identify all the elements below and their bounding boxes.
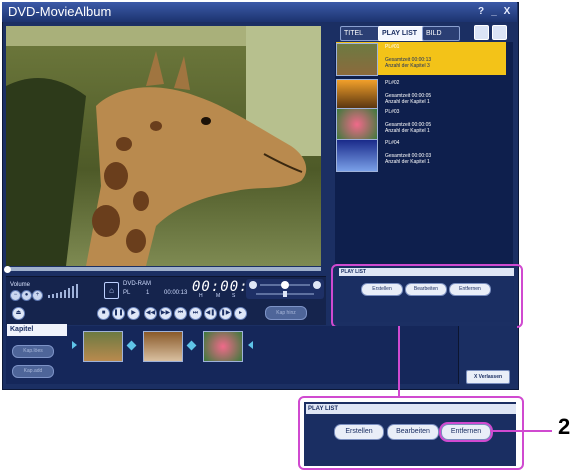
step-forward-button[interactable]: ❚▶ — [219, 307, 232, 320]
highlight-box — [331, 264, 523, 328]
zoom-panel-label: PLAY LIST — [306, 404, 516, 414]
playlist-thumb-1[interactable] — [336, 43, 378, 76]
zoom-bearbeiten-button[interactable]: Bearbeiten — [387, 424, 439, 440]
tab-playlist[interactable]: PLAY LIST — [378, 26, 426, 41]
seek-bar[interactable] — [6, 267, 321, 271]
connector-line — [398, 326, 400, 396]
playlist-item-1[interactable]: PL#01 Gesamtzeit 00:00:13 Anzahl der Kap… — [385, 44, 503, 75]
chapter-thumb-2[interactable] — [143, 331, 183, 362]
chapter-tab[interactable]: Kapitel — [7, 324, 67, 336]
tab-bild[interactable]: BILD — [422, 26, 460, 41]
playlist-thumb-4[interactable] — [336, 139, 378, 172]
close-button[interactable]: X — [501, 5, 513, 18]
scroll-right-icon[interactable] — [248, 341, 253, 349]
add-chapter-point-button[interactable]: Kap.add — [12, 365, 54, 378]
callout-number: 2 — [558, 414, 571, 439]
hours-label: H — [199, 293, 203, 299]
volume-mute-button[interactable]: ● — [21, 290, 32, 301]
callout-pointer — [490, 430, 552, 432]
playlist-name: PL#01 — [385, 44, 400, 50]
playlist-name: PL#04 — [385, 140, 400, 146]
rewind-button[interactable]: ◀◀ — [144, 307, 157, 320]
playlist-number: 1 — [146, 290, 150, 296]
eject-button[interactable]: ⏏ — [12, 307, 25, 320]
stop-button[interactable]: ■ — [97, 307, 110, 320]
view-thumbnail-icon[interactable] — [492, 25, 507, 40]
speed-slider[interactable] — [246, 279, 324, 299]
disc-icon: ⌂ — [104, 282, 119, 299]
playlist-chapter-count: Anzahl der Kapitel 3 — [385, 63, 430, 69]
playlist-name: PL#02 — [385, 80, 400, 86]
zoom-entfernen-button[interactable]: Entfernen — [441, 424, 491, 440]
add-chapter-button[interactable]: Kap hinz — [265, 306, 307, 320]
chapter-thumb-3[interactable] — [203, 331, 243, 362]
volume-label: Volume — [10, 282, 31, 288]
fast-forward-button[interactable]: ▶▶ — [159, 307, 172, 320]
minimize-button[interactable]: _ — [488, 5, 500, 18]
volume-level-bars[interactable] — [48, 284, 82, 298]
giraffe-image — [6, 26, 321, 266]
playlist-item-3[interactable]: PL#03 Gesamtzeit 00:00:05 Anzahl der Kap… — [385, 109, 503, 140]
minutes-label: M — [216, 293, 221, 299]
seek-handle[interactable] — [4, 266, 11, 273]
exit-button[interactable]: X Verlassen — [466, 370, 510, 384]
pause-button[interactable]: ❚❚ — [112, 307, 125, 320]
slow-button[interactable]: ▸ — [234, 307, 247, 320]
volume-down-button[interactable]: − — [10, 290, 21, 301]
window-title: DVD-MovieAlbum — [8, 4, 112, 19]
view-list-icon[interactable] — [474, 25, 489, 40]
next-chapter-button[interactable]: ⏭ — [189, 307, 202, 320]
play-button[interactable]: ▶ — [127, 307, 140, 320]
volume-up-button[interactable]: + — [32, 290, 43, 301]
tab-titel[interactable]: TITEL — [340, 26, 382, 41]
help-button[interactable]: ? — [475, 5, 487, 18]
chapter-thumb-1[interactable] — [83, 331, 123, 362]
playlist-chapter-count: Anzahl der Kapitel 1 — [385, 99, 430, 105]
step-back-button[interactable]: ◀❚ — [204, 307, 217, 320]
playlist-item-4[interactable]: PL#04 Gesamtzeit 00:00:03 Anzahl der Kap… — [385, 140, 503, 171]
previous-chapter-button[interactable]: ⏮ — [174, 307, 187, 320]
delete-chapter-button[interactable]: Kap.löes — [12, 345, 54, 358]
playlist-chapter-count: Anzahl der Kapitel 1 — [385, 159, 430, 165]
seconds-label: S — [232, 293, 236, 299]
total-time: 00:00:13 — [164, 290, 188, 296]
scroll-left-icon[interactable] — [72, 341, 77, 349]
playlist-item-2[interactable]: PL#02 Gesamtzeit 00:00:05 Anzahl der Kap… — [385, 80, 503, 111]
disc-type: DVD-RAM — [123, 281, 151, 287]
playlist-chapter-count: Anzahl der Kapitel 1 — [385, 128, 430, 134]
video-preview — [6, 26, 321, 266]
playlist-thumb-3[interactable] — [336, 108, 378, 141]
playlist-label: PL — [123, 290, 131, 296]
zoom-erstellen-button[interactable]: Erstellen — [334, 424, 384, 440]
playlist-name: PL#03 — [385, 109, 400, 115]
